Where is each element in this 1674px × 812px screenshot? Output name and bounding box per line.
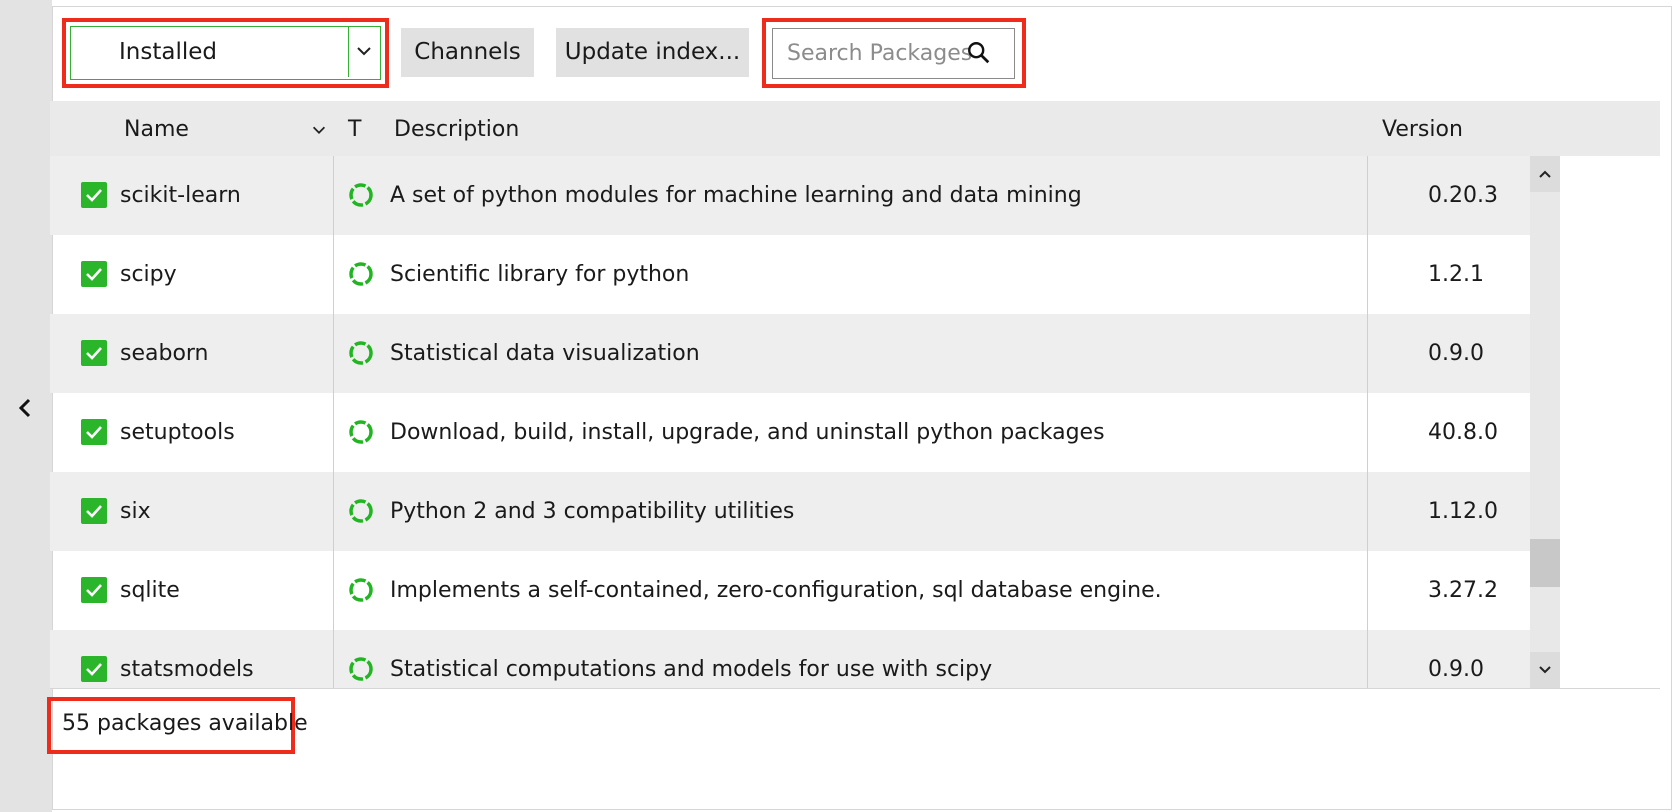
package-name: sqlite <box>120 578 180 603</box>
scroll-thumb[interactable] <box>1530 539 1560 587</box>
installed-status-icon <box>349 578 373 602</box>
chevron-left-icon[interactable] <box>14 396 38 420</box>
filter-select-divider <box>348 27 349 77</box>
update-index-button[interactable]: Update index... <box>556 28 749 77</box>
checkmark-icon <box>86 347 102 360</box>
search-icon[interactable] <box>966 40 992 66</box>
package-description: Scientific library for python <box>390 262 690 287</box>
installed-status-icon <box>349 341 373 365</box>
filter-select[interactable]: Installed <box>70 26 381 80</box>
table-row[interactable]: seaborn Statistical data visualization 0… <box>50 314 1530 393</box>
table-row[interactable]: setuptools Download, build, install, upg… <box>50 393 1530 472</box>
chevron-up-icon <box>1539 170 1551 178</box>
sort-chevron-down-icon[interactable] <box>310 121 328 139</box>
table-row[interactable]: statsmodels Statistical computations and… <box>50 630 1530 688</box>
table-row[interactable]: six Python 2 and 3 compatibility utiliti… <box>50 472 1530 551</box>
table-row[interactable]: scikit-learn A set of python modules for… <box>50 156 1530 235</box>
package-description: A set of python modules for machine lear… <box>390 183 1082 208</box>
packages-count-status: 55 packages available <box>62 711 308 736</box>
package-name: seaborn <box>120 341 209 366</box>
chevron-down-icon[interactable] <box>354 41 374 61</box>
table-header: Name T Description Version <box>50 101 1660 156</box>
package-version: 40.8.0 <box>1428 420 1498 445</box>
header-type[interactable]: T <box>348 101 361 159</box>
package-name: scipy <box>120 262 177 287</box>
package-name: scikit-learn <box>120 183 241 208</box>
package-version: 1.2.1 <box>1428 262 1484 287</box>
checkmark-icon <box>86 426 102 439</box>
installed-status-icon <box>349 420 373 444</box>
search-input[interactable] <box>787 37 977 69</box>
package-description: Python 2 and 3 compatibility utilities <box>390 499 795 524</box>
package-version: 0.9.0 <box>1428 657 1484 682</box>
vertical-scrollbar[interactable] <box>1530 156 1560 688</box>
table-row[interactable]: sqlite Implements a self-contained, zero… <box>50 551 1530 630</box>
header-version[interactable]: Version <box>1382 101 1463 159</box>
package-name: statsmodels <box>120 657 254 682</box>
checkmark-icon <box>86 663 102 676</box>
checkmark-icon <box>86 505 102 518</box>
package-description: Download, build, install, upgrade, and u… <box>390 420 1105 445</box>
package-name: six <box>120 499 151 524</box>
filter-select-value: Installed <box>119 39 217 65</box>
header-name[interactable]: Name <box>124 101 189 159</box>
package-checkbox[interactable] <box>81 261 107 287</box>
left-collapse-strip[interactable] <box>0 0 52 812</box>
package-version: 1.12.0 <box>1428 499 1498 524</box>
table-rows: scikit-learn A set of python modules for… <box>50 156 1530 688</box>
package-checkbox[interactable] <box>81 656 107 682</box>
installed-status-icon <box>349 657 373 681</box>
packages-table: Name T Description Version scikit-learn … <box>50 101 1660 688</box>
checkmark-icon <box>86 189 102 202</box>
package-name: setuptools <box>120 420 235 445</box>
channels-button[interactable]: Channels <box>401 28 534 77</box>
search-box[interactable] <box>772 28 1015 79</box>
chevron-down-icon <box>1539 666 1551 674</box>
header-description[interactable]: Description <box>394 101 519 159</box>
column-divider <box>1367 156 1368 688</box>
package-version: 3.27.2 <box>1428 578 1498 603</box>
scroll-up-button[interactable] <box>1530 156 1560 192</box>
scroll-down-button[interactable] <box>1530 652 1560 688</box>
package-checkbox[interactable] <box>81 419 107 445</box>
package-checkbox[interactable] <box>81 340 107 366</box>
package-checkbox[interactable] <box>81 182 107 208</box>
checkmark-icon <box>86 268 102 281</box>
installed-status-icon <box>349 499 373 523</box>
installed-status-icon <box>349 183 373 207</box>
column-divider <box>333 156 334 688</box>
installed-status-icon <box>349 262 373 286</box>
table-bottom-divider <box>50 688 1660 689</box>
package-version: 0.20.3 <box>1428 183 1498 208</box>
checkmark-icon <box>86 584 102 597</box>
package-checkbox[interactable] <box>81 498 107 524</box>
package-description: Statistical computations and models for … <box>390 657 993 682</box>
package-description: Implements a self-contained, zero-config… <box>390 578 1162 603</box>
table-row[interactable]: scipy Scientific library for python 1.2.… <box>50 235 1530 314</box>
package-description: Statistical data visualization <box>390 341 700 366</box>
package-version: 0.9.0 <box>1428 341 1484 366</box>
package-checkbox[interactable] <box>81 577 107 603</box>
